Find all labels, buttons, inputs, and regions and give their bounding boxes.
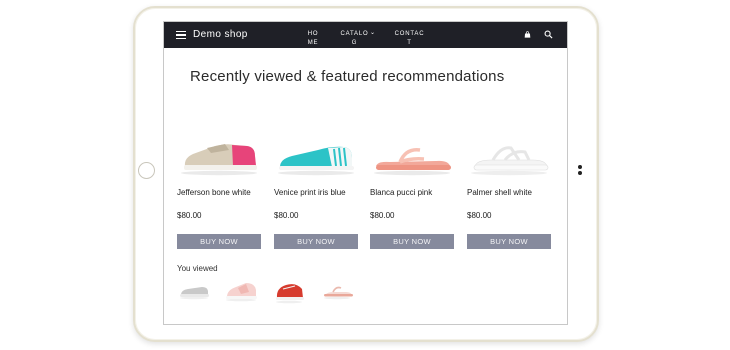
page-title: Recently viewed & featured recommendatio… (190, 68, 505, 85)
buy-now-button[interactable]: BUY NOW (370, 234, 454, 249)
sensor-dot (578, 171, 582, 175)
product-price: $80.00 (370, 211, 395, 220)
nav-catalog-label: CATALOG (340, 31, 369, 46)
menu-icon[interactable] (176, 31, 186, 39)
product-name[interactable]: Venice print iris blue (274, 187, 358, 198)
product-image[interactable] (370, 136, 458, 176)
nav-catalog[interactable]: CATALOG ⌄ (340, 30, 376, 48)
buy-now-button[interactable]: BUY NOW (274, 234, 358, 249)
you-viewed-heading: You viewed (177, 264, 218, 273)
product-image[interactable] (177, 136, 265, 176)
product-price: $80.00 (467, 211, 492, 220)
shopping-bag-icon[interactable] (524, 31, 531, 38)
product-price: $80.00 (177, 211, 202, 220)
camera-dot (578, 165, 582, 169)
buy-now-button[interactable]: BUY NOW (467, 234, 551, 249)
buy-now-button[interactable]: BUY NOW (177, 234, 261, 249)
product-image[interactable] (274, 136, 362, 176)
viewed-thumbnail[interactable] (322, 280, 354, 300)
tablet-screen: Demo shop HOME CATALOG ⌄ CONTACT Recentl… (163, 21, 568, 325)
viewed-thumbnail[interactable] (274, 280, 306, 304)
search-icon[interactable] (544, 30, 553, 39)
brand-name[interactable]: Demo shop (193, 29, 248, 40)
top-navbar: Demo shop HOME CATALOG ⌄ CONTACT (164, 22, 567, 48)
product-name[interactable]: Blanca pucci pink (370, 187, 454, 198)
product-name[interactable]: Palmer shell white (467, 187, 551, 198)
nav-contact[interactable]: CONTACT (393, 30, 426, 48)
product-name[interactable]: Jefferson bone white (177, 187, 261, 198)
chevron-down-icon: ⌄ (370, 30, 376, 36)
viewed-thumbnail[interactable] (224, 280, 260, 302)
viewed-thumbnail[interactable] (178, 280, 212, 300)
nav-home[interactable]: HOME (306, 30, 320, 48)
product-price: $80.00 (274, 211, 299, 220)
product-image[interactable] (467, 136, 555, 176)
home-button[interactable] (138, 162, 155, 179)
